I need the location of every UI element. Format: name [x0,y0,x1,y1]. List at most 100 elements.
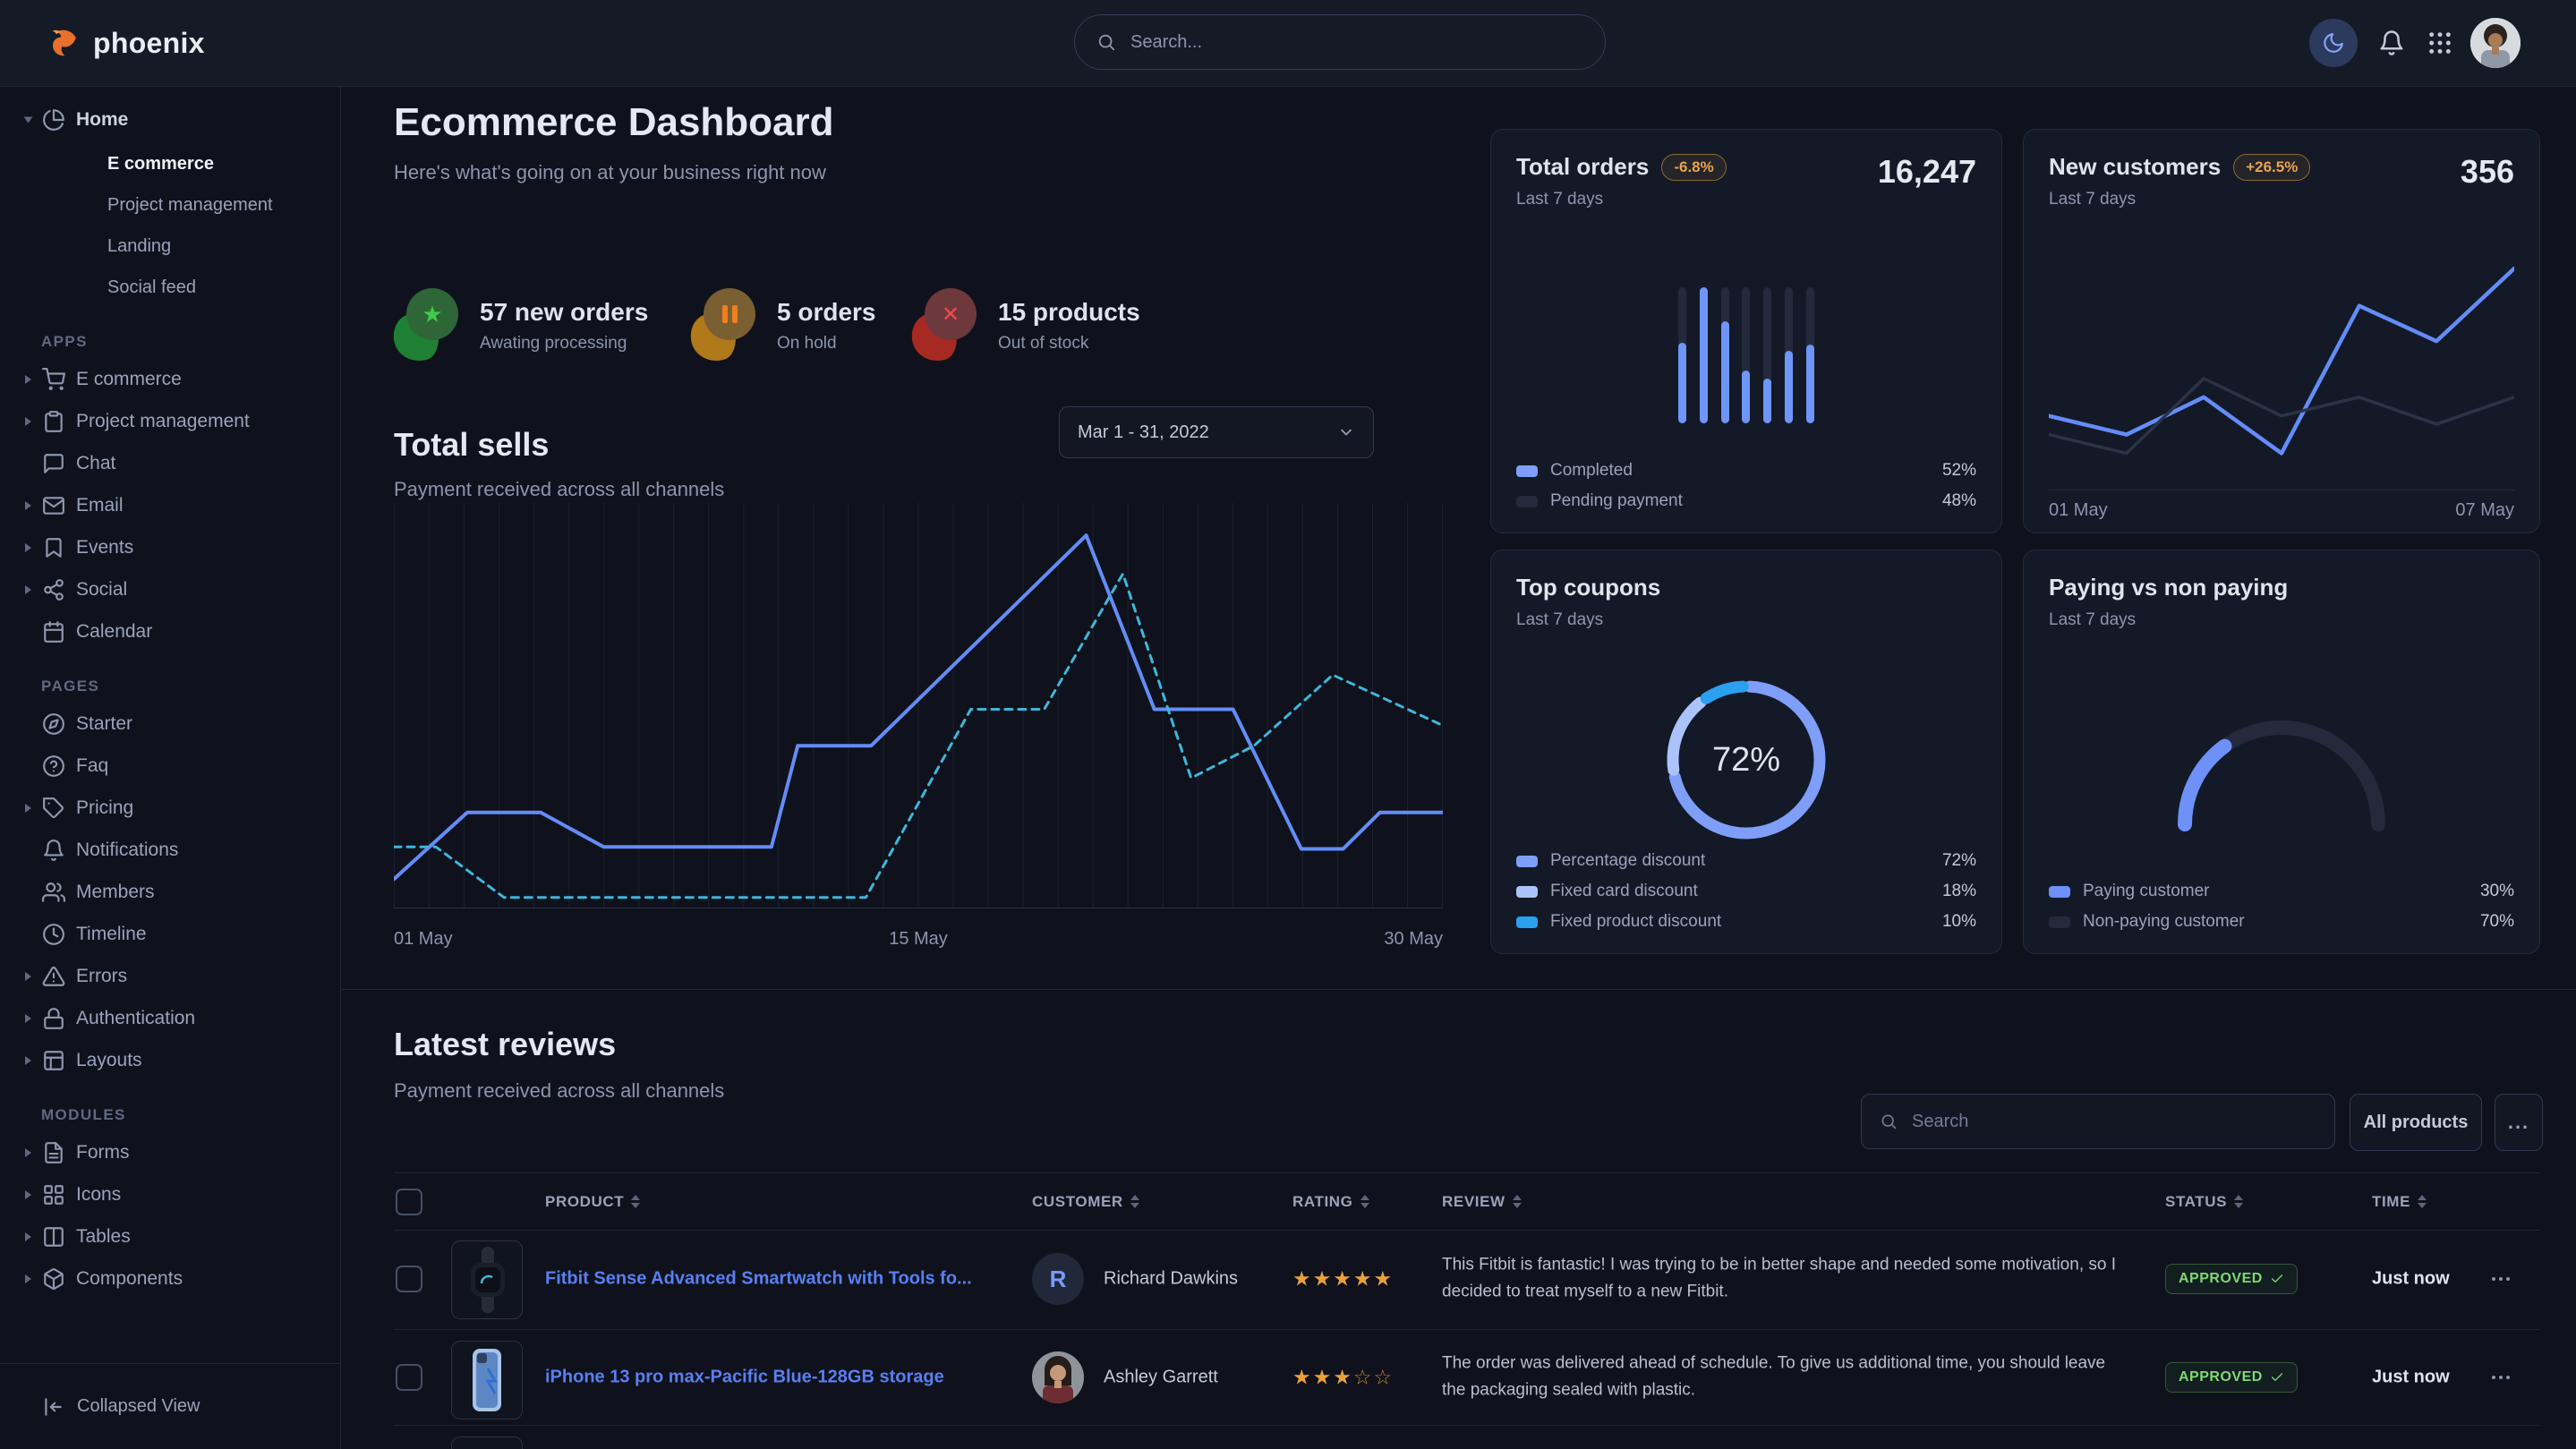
reviews-more-button[interactable]: ... [2495,1094,2543,1151]
global-search-input[interactable] [1129,31,1583,54]
sidebar-item-calendar[interactable]: Calendar [0,610,340,652]
reviews-title: Latest reviews [394,1026,616,1063]
column-status[interactable]: STATUS [2165,1173,2243,1230]
top-navbar: phoenix [0,0,2576,87]
legend-swatch [2049,886,2070,898]
row-menu-button[interactable] [2490,1374,2512,1381]
sidebar-item-icons[interactable]: Icons [0,1173,340,1215]
legend-swatch [1516,496,1538,507]
sidebar-item-landing[interactable]: Landing [0,226,340,267]
sidebar-item-ecommerce-home[interactable]: E commerce [0,143,340,184]
sort-icon [631,1195,640,1208]
column-time[interactable]: TIME [2372,1173,2427,1230]
all-products-button[interactable]: All products [2350,1094,2482,1151]
ecommerce-dashboard-screen: phoenix [0,0,2576,1449]
stat-out-of-stock: 15 products Out of stock [912,288,1140,363]
cart-icon [42,368,65,391]
product-link[interactable]: iPhone 13 pro max-Pacific Blue-128GB sto… [545,1367,944,1387]
sidebar-item-project-management-app[interactable]: Project management [0,400,340,442]
apps-menu-button[interactable] [2422,25,2458,61]
product-thumbnail[interactable] [451,1436,523,1449]
brand-logo[interactable]: phoenix [43,0,205,86]
new-customers-line-chart [2049,262,2514,470]
sidebar-item-chat[interactable]: Chat [0,442,340,484]
sidebar-item-errors[interactable]: Errors [0,955,340,997]
user-avatar[interactable] [2470,18,2521,68]
sidebar-item-email[interactable]: Email [0,484,340,526]
customer-avatar[interactable] [1032,1351,1084,1403]
sidebar-item-authentication[interactable]: Authentication [0,997,340,1039]
coupons-donut-chart: 72% [1659,672,1834,848]
card-value: 16,247 [1878,153,1976,191]
sidebar-item-timeline[interactable]: Timeline [0,913,340,955]
x-icon [942,302,960,328]
sort-icon [2418,1195,2427,1208]
status-badge: APPROVED [2165,1264,2298,1294]
table-row: Fitbit Sense Advanced Smartwatch with To… [394,1229,2540,1330]
page-title: Ecommerce Dashboard [394,100,834,145]
sidebar-item-pricing[interactable]: Pricing [0,787,340,829]
column-customer[interactable]: CUSTOMER [1032,1173,1139,1230]
date-range-value: Mar 1 - 31, 2022 [1078,422,1209,443]
chevron-down-icon [24,117,33,124]
product-thumbnail[interactable] [451,1341,523,1419]
brand-name: phoenix [93,27,205,60]
row-checkbox[interactable] [396,1364,422,1391]
product-link[interactable]: Fitbit Sense Advanced Smartwatch with To… [545,1269,972,1290]
select-all-checkbox[interactable] [396,1189,422,1215]
collapse-sidebar-button[interactable]: Collapsed View [0,1363,340,1449]
sidebar-item-social[interactable]: Social [0,568,340,610]
column-product[interactable]: PRODUCT [545,1173,640,1230]
sidebar-item-events[interactable]: Events [0,526,340,568]
sidebar-item-notifications[interactable]: Notifications [0,829,340,871]
date-range-select[interactable]: Mar 1 - 31, 2022 [1059,406,1374,458]
sort-icon [1513,1195,1522,1208]
customer-avatar[interactable]: R [1032,1253,1084,1305]
sidebar-item-project-management-home[interactable]: Project management [0,184,340,226]
sidebar-item-tables[interactable]: Tables [0,1215,340,1257]
column-rating[interactable]: RATING [1292,1173,1369,1230]
coupons-legend: Percentage discount72% Fixed card discou… [1516,851,1976,932]
out-of-stock-icon [912,288,977,363]
row-menu-button[interactable] [2490,1275,2512,1283]
search-icon [1096,32,1116,52]
star-empty-icon: ☆ [1374,1365,1395,1388]
row-checkbox[interactable] [396,1266,422,1292]
total-orders-card: Total orders -6.8% Last 7 days 16,247 Co… [1490,129,2002,533]
sidebar-item-components[interactable]: Components [0,1257,340,1300]
stat-new-orders: 57 new orders Awating processing [394,288,648,363]
sidebar-item-members[interactable]: Members [0,871,340,913]
bell-icon [42,839,65,862]
sidebar-item-ecommerce-app[interactable]: E commerce [0,358,340,400]
card-title: New customers [2049,153,2221,181]
stat-value: 15 products [998,298,1140,327]
global-search[interactable] [1074,14,1606,70]
check-icon [2270,1370,2284,1385]
column-review[interactable]: REVIEW [1442,1173,1522,1230]
paying-vs-nonpaying-card: Paying vs non paying Last 7 days Paying … [2023,550,2540,954]
help-circle-icon [42,754,65,778]
stat-caption: Awating processing [480,334,648,354]
grid-dots-icon [2427,30,2452,55]
bookmark-icon [42,536,65,559]
reviews-search[interactable] [1861,1094,2335,1149]
theme-toggle-button[interactable] [2309,19,2358,67]
product-thumbnail[interactable] [451,1240,523,1319]
rating-stars: ★★★☆☆ [1292,1365,1394,1389]
total-sells-subtitle: Payment received across all channels [394,478,724,501]
sidebar-item-layouts[interactable]: Layouts [0,1039,340,1081]
card-period: Last 7 days [1516,610,1660,630]
notifications-button[interactable] [2374,25,2410,61]
star-filled-icon: ★ [1292,1267,1313,1291]
sidebar-group-home[interactable]: Home [0,97,340,143]
sidebar-item-social-feed[interactable]: Social feed [0,267,340,308]
sidebar-item-faq[interactable]: Faq [0,745,340,787]
card-period: Last 7 days [2049,610,2288,630]
sidebar-item-starter[interactable]: Starter [0,703,340,745]
clock-icon [42,923,65,946]
paying-legend: Paying customer30% Non-paying customer70… [2049,882,2514,932]
reviews-search-input[interactable] [1910,1111,2316,1133]
card-period: Last 7 days [1516,190,1727,209]
sidebar-item-forms[interactable]: Forms [0,1131,340,1173]
page-subtitle: Here's what's going on at your business … [394,161,826,184]
